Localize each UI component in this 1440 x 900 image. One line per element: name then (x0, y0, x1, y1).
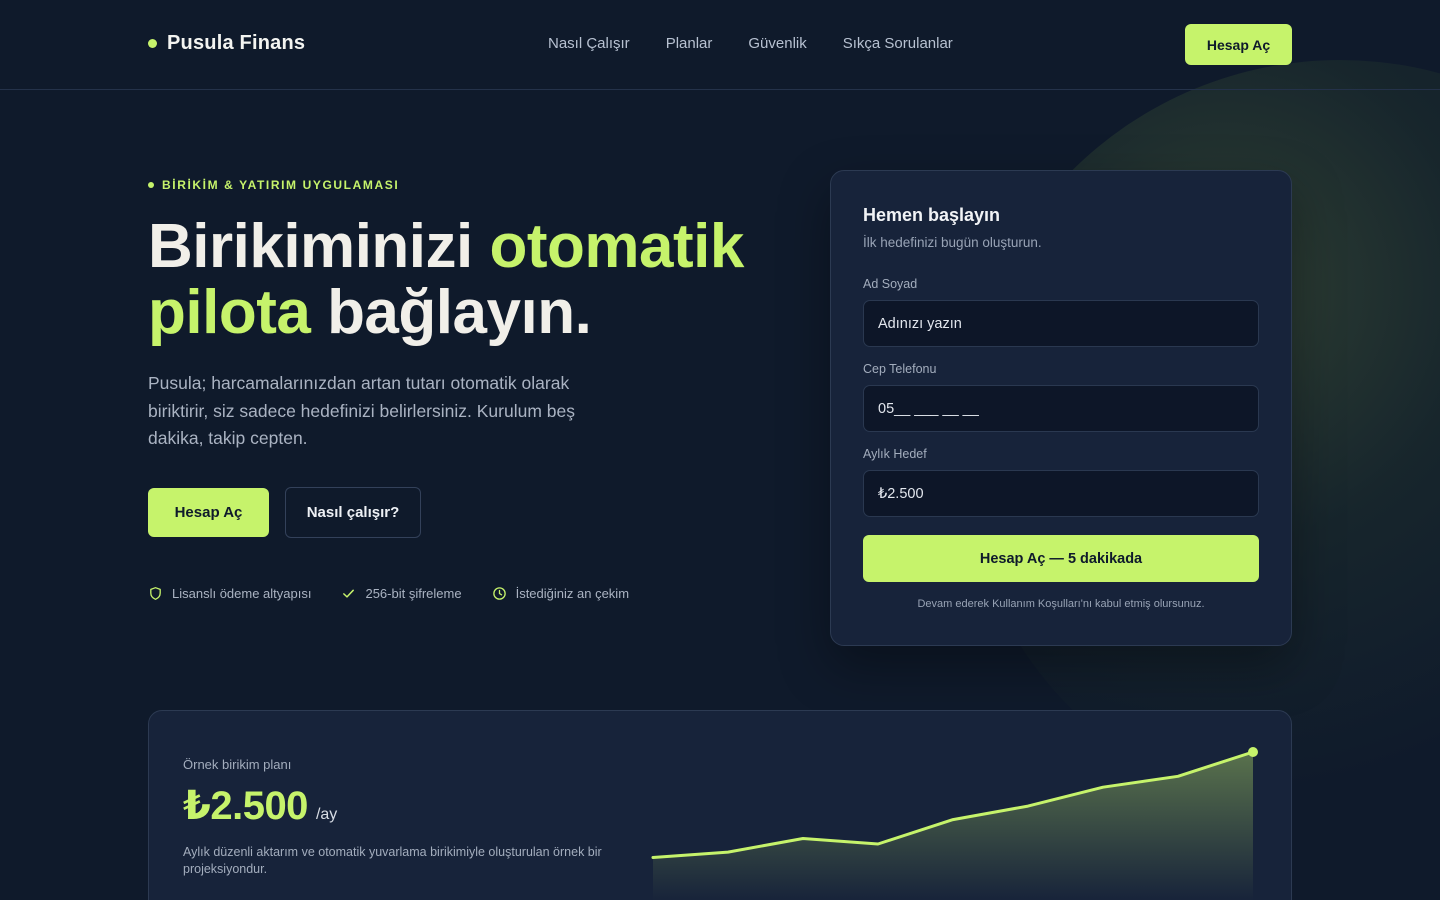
hero-open-account-button[interactable]: Hesap Aç (148, 488, 269, 537)
brand-dot-icon (148, 39, 157, 48)
headline-accent2: pilota (148, 278, 311, 347)
phone-label: Cep Telefonu (863, 362, 937, 376)
feature-label: İstediğiniz an çekim (515, 586, 630, 601)
name-input[interactable] (863, 300, 1259, 347)
signup-subtitle: İlk hedefinizi bugün oluşturun. (863, 235, 1042, 250)
plan-description: Aylık düzenli aktarım ve otomatik yuvarl… (183, 845, 602, 876)
feature-list: Lisanslı ödeme altyapısı 256-bit şifrele… (148, 586, 629, 601)
headline-part2: bağlayın. (327, 278, 592, 347)
headline-accent1: otomatik (489, 212, 744, 281)
plan-label: Örnek birikim planı (183, 757, 292, 772)
plan-amount: ₺2.500 /ay (183, 783, 337, 829)
hero-headline: Birikiminizi otomatik pilota bağlayın. (148, 214, 788, 346)
hero-lead: Pusula; harcamalarınızdan artan tutarı o… (148, 373, 575, 448)
plan-unit: /ay (315, 806, 338, 823)
eyebrow-text: BİRİKİM & YATIRIM UYGULAMASI (162, 178, 400, 192)
goal-label: Aylık Hedef (863, 447, 927, 461)
brand-logo[interactable]: Pusula Finans (148, 32, 305, 55)
chart-area (653, 752, 1253, 900)
landing-page: Pusula Finans Nasıl Çalışır Planlar Güve… (0, 0, 1440, 900)
header-open-account-button[interactable]: Hesap Aç (1185, 24, 1292, 65)
goal-input[interactable] (863, 470, 1259, 517)
sample-plan-panel: Örnek birikim planı ₺2.500 /ay Aylık düz… (148, 710, 1292, 900)
feature-label: Lisanslı ödeme altyapısı (172, 586, 312, 601)
main-nav: Nasıl Çalışır Planlar Güvenlik Sıkça Sor… (548, 35, 953, 52)
chart-endpoint (1248, 747, 1258, 757)
headline-part1: Birikiminizi (148, 212, 473, 281)
shield-icon (150, 587, 161, 600)
check-icon (343, 589, 355, 598)
terms-note: Devam ederek Kullanım Koşulları'nı kabul… (917, 598, 1205, 610)
nav-item-security[interactable]: Güvenlik (748, 35, 806, 52)
eyebrow-dot-icon (148, 182, 154, 188)
phone-input[interactable] (863, 385, 1259, 432)
nav-item-how-it-works[interactable]: Nasıl Çalışır (548, 35, 630, 52)
savings-projection-chart (651, 747, 1258, 900)
feature-label: 256-bit şifreleme (365, 586, 462, 601)
clock-icon (492, 587, 506, 600)
nav-item-plans[interactable]: Planlar (666, 35, 713, 52)
feature-item: Lisanslı ödeme altyapısı (148, 586, 311, 601)
site-header: Pusula Finans Nasıl Çalışır Planlar Güve… (0, 0, 1440, 90)
plan-value: ₺2.500 (183, 784, 308, 828)
hero-eyebrow: BİRİKİM & YATIRIM UYGULAMASI (148, 178, 399, 192)
feature-item: İstediğiniz an çekim (492, 586, 629, 601)
feature-item: 256-bit şifreleme (341, 586, 462, 601)
name-label: Ad Soyad (863, 277, 918, 291)
signup-card: Hemen başlayın İlk hedefinizi bugün oluş… (830, 170, 1292, 646)
signup-title: Hemen başlayın (863, 205, 1001, 225)
nav-item-faq[interactable]: Sıkça Sorulanlar (843, 35, 953, 52)
how-it-works-button[interactable]: Nasıl çalışır? (285, 487, 421, 538)
brand-name: Pusula Finans (167, 32, 306, 54)
signup-submit-button[interactable]: Hesap Aç — 5 dakikada (863, 535, 1259, 582)
